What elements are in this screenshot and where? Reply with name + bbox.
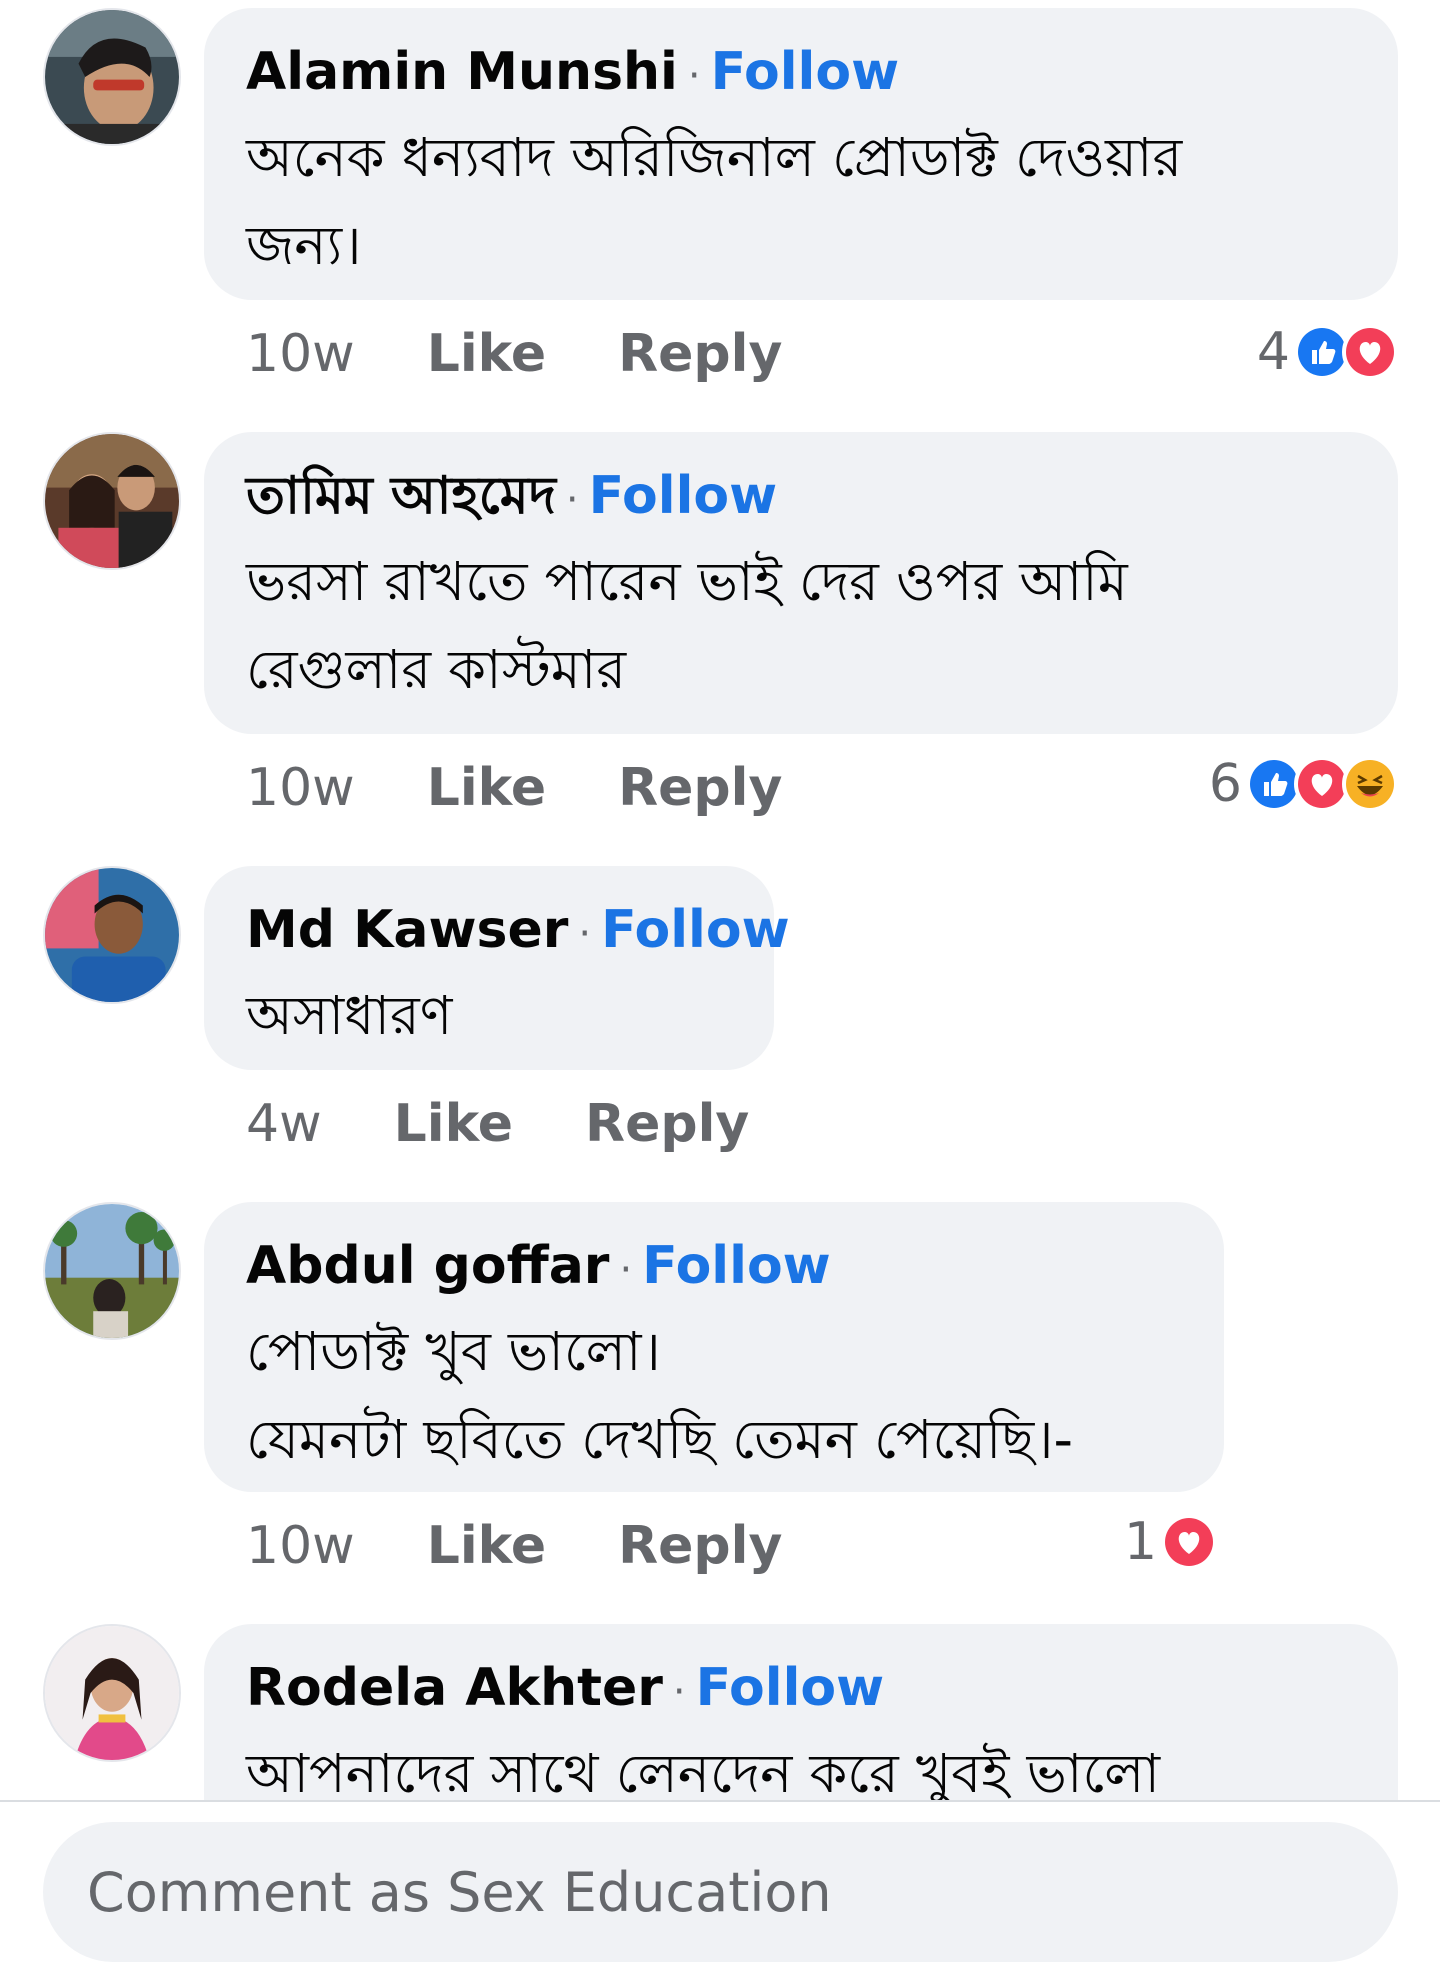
like-button[interactable]: Like	[427, 758, 546, 818]
reaction-count: 1	[1124, 1512, 1158, 1572]
laughing-face-icon	[1342, 756, 1398, 812]
author-name[interactable]: Rodela Akhter	[246, 1658, 663, 1718]
like-button[interactable]: Like	[427, 1516, 546, 1576]
avatar[interactable]	[43, 1202, 181, 1340]
comment-bubble: তামিম আহমেদ · Follow ভরসা রাখতে পারেন ভাই …	[204, 432, 1398, 734]
comments-list: Alamin Munshi · Follow অনেক ধন্যবাদ অরিজিন…	[0, 0, 1440, 1800]
avatar[interactable]	[43, 432, 181, 570]
author-name[interactable]: Alamin Munshi	[246, 42, 678, 102]
reply-button[interactable]: Reply	[585, 1094, 749, 1154]
separator-dot: ·	[578, 911, 592, 957]
avatar[interactable]	[43, 8, 181, 146]
comment-header: তামিম আহমেদ · Follow	[246, 458, 1356, 538]
comment-text: ভরসা রাখতে পারেন ভাই দের ওপর আমি রেগুলার…	[246, 550, 1128, 701]
heart-icon	[1342, 324, 1398, 380]
reaction-count: 6	[1208, 754, 1242, 814]
comment-text: অসাধারণ	[246, 984, 453, 1047]
comment-composer[interactable]	[43, 1822, 1398, 1962]
reaction-summary[interactable]: 4	[1257, 322, 1398, 382]
follow-button[interactable]: Follow	[601, 900, 790, 960]
follow-button[interactable]: Follow	[711, 42, 900, 102]
comment-input[interactable]	[85, 1859, 1356, 1925]
reply-button[interactable]: Reply	[618, 758, 782, 818]
comment-text: পোডাক্ট খুব ভালো। যেমনটা ছবিতে দেখছি তেম…	[246, 1320, 1074, 1471]
separator-dot: ·	[619, 1247, 633, 1293]
comment-time[interactable]: 10w	[246, 758, 355, 818]
comment-text: অনেক ধন্যবাদ অরিজিনাল প্রোডাক্ট দেওয়ার …	[246, 126, 1183, 277]
reaction-summary[interactable]: 1	[1124, 1512, 1218, 1572]
comment-bubble: Alamin Munshi · Follow অনেক ধন্যবাদ অরিজিন…	[204, 8, 1398, 300]
comment-time[interactable]: 10w	[246, 324, 355, 384]
author-name[interactable]: Md Kawser	[246, 900, 568, 960]
composer-divider	[0, 1800, 1440, 1802]
separator-dot: ·	[565, 477, 579, 523]
heart-icon	[1161, 1514, 1218, 1570]
follow-button[interactable]: Follow	[642, 1236, 831, 1296]
comment-actions: 10w Like Reply	[246, 324, 782, 384]
reaction-count: 4	[1256, 322, 1290, 382]
comment-header: Md Kawser · Follow	[246, 892, 790, 972]
comment-header: Alamin Munshi · Follow	[246, 34, 1356, 114]
follow-button[interactable]: Follow	[589, 466, 778, 526]
comment-header: Rodela Akhter · Follow	[246, 1650, 1356, 1730]
comment-header: Abdul goffar · Follow	[246, 1228, 1182, 1308]
comment-time[interactable]: 10w	[246, 1516, 355, 1576]
comment-actions: 4w Like Reply	[246, 1094, 749, 1154]
separator-dot: ·	[672, 1669, 686, 1715]
comment-text: আপনাদের সাথে লেনদেন করে খুবই ভালো	[246, 1742, 1161, 1800]
avatar[interactable]	[43, 1624, 181, 1762]
author-name[interactable]: তামিম আহমেদ	[246, 466, 556, 526]
avatar[interactable]	[43, 866, 181, 1004]
author-name[interactable]: Abdul goffar	[246, 1236, 609, 1296]
reply-button[interactable]: Reply	[618, 324, 782, 384]
like-button[interactable]: Like	[427, 324, 546, 384]
comment-bubble: Md Kawser · Follow অসাধারণ	[204, 866, 790, 1070]
comment-bubble: Abdul goffar · Follow পোডাক্ট খুব ভালো। যে…	[204, 1202, 1224, 1492]
comment-time[interactable]: 4w	[246, 1094, 322, 1154]
reply-button[interactable]: Reply	[618, 1516, 782, 1576]
reaction-summary[interactable]: 6	[1209, 754, 1398, 814]
comment-actions: 10w Like Reply	[246, 1516, 782, 1576]
like-button[interactable]: Like	[394, 1094, 513, 1154]
comment-actions: 10w Like Reply	[246, 758, 782, 818]
follow-button[interactable]: Follow	[696, 1658, 885, 1718]
comment-bubble: Rodela Akhter · Follow আপনাদের সাথে লেনদেন…	[204, 1624, 1398, 1800]
separator-dot: ·	[687, 53, 701, 99]
